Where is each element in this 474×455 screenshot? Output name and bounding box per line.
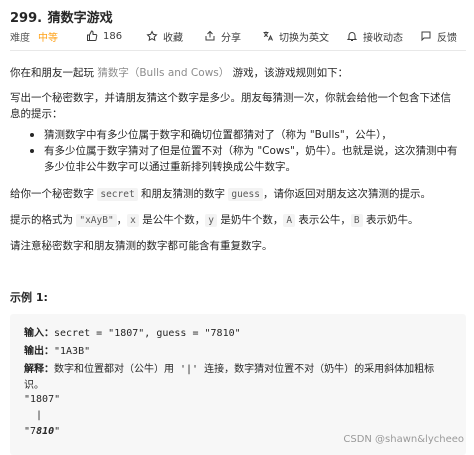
example-output: 输出："1A3B" bbox=[24, 342, 90, 357]
bullet-dot bbox=[30, 149, 34, 153]
format-text: 是公牛个数， bbox=[138, 214, 206, 226]
list-item-continuation: 多少位非公牛数字可以通过重新排列转换成公牛数字。 bbox=[44, 161, 296, 173]
code-x: x bbox=[127, 214, 139, 227]
rules-paragraph-line2: 息的提示： bbox=[10, 108, 63, 120]
bullet-dot bbox=[30, 133, 34, 137]
input-label: 输入： bbox=[24, 328, 54, 339]
input-value: secret = "1807", guess = "7810" bbox=[54, 328, 241, 339]
example-input: 输入：secret = "1807", guess = "7810" bbox=[24, 324, 241, 339]
difficulty-label: 难度 bbox=[10, 32, 30, 44]
explanation-text: 数字和位置都对（公牛）用 '|' 连接，数字猜对位置不对（奶牛）的采用斜体加粗标 bbox=[54, 364, 435, 375]
thumbs-up-icon bbox=[87, 30, 98, 41]
like-count: 186 bbox=[103, 30, 123, 42]
share-icon bbox=[205, 30, 215, 41]
meta-bar: 难度 中等 186 收藏 分享 切换为英文 接收动态 反馈 bbox=[10, 28, 466, 44]
list-item: 有多少位属于数字猜对了但是位置不对（称为 "Cows"，奶牛）。也就是说，这次猜… bbox=[26, 143, 458, 159]
task-paragraph: 给你一个秘密数字 secret 和朋友猜测的数字 guess ，请你返回对朋友这次… bbox=[10, 186, 431, 203]
switch-language-button[interactable]: 切换为英文 bbox=[262, 28, 329, 44]
problem-number: 299. bbox=[10, 11, 43, 26]
star-icon bbox=[146, 30, 158, 42]
difficulty-badge: 中等 bbox=[38, 32, 58, 44]
task-text-mid: 和朋友猜测的数字 bbox=[137, 188, 229, 200]
translate-icon bbox=[263, 31, 273, 41]
code-y: y bbox=[205, 214, 217, 227]
task-text: 给你一个秘密数字 bbox=[10, 188, 98, 200]
rules-paragraph-line1: 写出一个秘密数字，并请朋友猜这个数字是多少。朋友每猜测一次，你就会给他一个包含下… bbox=[10, 92, 451, 104]
quote: " bbox=[54, 426, 61, 437]
explanation-label: 解释： bbox=[24, 364, 54, 375]
code-format: "xAyB" bbox=[76, 214, 117, 227]
notify-button[interactable]: 接收动态 bbox=[346, 28, 403, 44]
note-paragraph: 请注意秘密数字和朋友猜测的数字都可能含有重复数字。 bbox=[10, 240, 273, 252]
example-code-secret: "1807" bbox=[24, 394, 61, 405]
example-explanation: 解释：数字和位置都对（公牛）用 '|' 连接，数字猜对位置不对（奶牛）的采用斜体… bbox=[24, 360, 434, 375]
example-code-bar: | bbox=[24, 410, 43, 421]
bulls-and-cows-link[interactable]: 猜数字（Bulls and Cows） bbox=[97, 67, 229, 79]
problem-name: 猜数字游戏 bbox=[47, 11, 113, 26]
feedback-button[interactable]: 反馈 bbox=[420, 28, 457, 44]
format-text: 是奶牛个数， bbox=[216, 214, 284, 226]
share-button[interactable]: 分享 bbox=[204, 28, 241, 44]
code-secret: secret bbox=[97, 188, 138, 201]
notify-label: 接收动态 bbox=[363, 32, 403, 44]
list-item: 猜测数字中有多少位属于数字和确切位置都猜对了（称为 "Bulls"，公牛）， bbox=[26, 127, 458, 143]
problem-title: 299. 猜数字游戏 bbox=[10, 7, 113, 26]
favorite-button[interactable]: 收藏 bbox=[146, 28, 183, 44]
list-item-text: 有多少位属于数字猜对了但是位置不对（称为 "Cows"，奶牛）。也就是说，这次猜… bbox=[44, 145, 458, 157]
format-text: 表示公牛， bbox=[295, 214, 351, 226]
example-explanation-cont: 识。 bbox=[24, 380, 44, 391]
favorite-label: 收藏 bbox=[163, 32, 183, 44]
divider bbox=[10, 50, 466, 51]
bell-icon bbox=[346, 32, 358, 41]
intro-text: 你在和朋友一起玩 bbox=[10, 67, 98, 79]
code-b: B bbox=[350, 214, 363, 227]
format-text: 提示的格式为 bbox=[10, 214, 77, 226]
task-text-end: ，请你返回对朋友这次猜测的提示。 bbox=[262, 188, 431, 200]
rules-list: 猜测数字中有多少位属于数字和确切位置都猜对了（称为 "Bulls"，公牛）， 有… bbox=[26, 127, 458, 175]
code-a: A bbox=[283, 214, 296, 227]
list-item-text: 猜测数字中有多少位属于数字和确切位置都猜对了（称为 "Bulls"，公牛）， bbox=[44, 129, 392, 141]
switch-language-label: 切换为英文 bbox=[279, 32, 329, 44]
example-code-guess: "7810" bbox=[24, 426, 60, 437]
intro-text-end: 游戏，该游戏规则如下： bbox=[232, 67, 349, 79]
code-guess: guess bbox=[228, 188, 263, 201]
output-label: 输出： bbox=[24, 346, 54, 357]
format-text: ， bbox=[116, 214, 128, 226]
intro-paragraph: 你在和朋友一起玩 猜数字（Bulls and Cows） 游戏，该游戏规则如下： bbox=[10, 65, 348, 81]
like-button[interactable]: 186 bbox=[86, 28, 122, 44]
watermark: CSDN @shawn&lycheeo bbox=[343, 434, 464, 445]
feedback-icon bbox=[421, 31, 431, 42]
format-text: 表示奶牛。 bbox=[362, 214, 419, 226]
share-label: 分享 bbox=[221, 32, 241, 44]
feedback-label: 反馈 bbox=[437, 32, 457, 44]
format-paragraph: 提示的格式为 "xAyB"， x 是公牛个数， y 是奶牛个数， A 表示公牛， B 表… bbox=[10, 212, 418, 229]
example-title: 示例 1: bbox=[10, 291, 48, 304]
output-value: "1A3B" bbox=[54, 346, 91, 357]
cow-digits: 810 bbox=[36, 426, 55, 437]
